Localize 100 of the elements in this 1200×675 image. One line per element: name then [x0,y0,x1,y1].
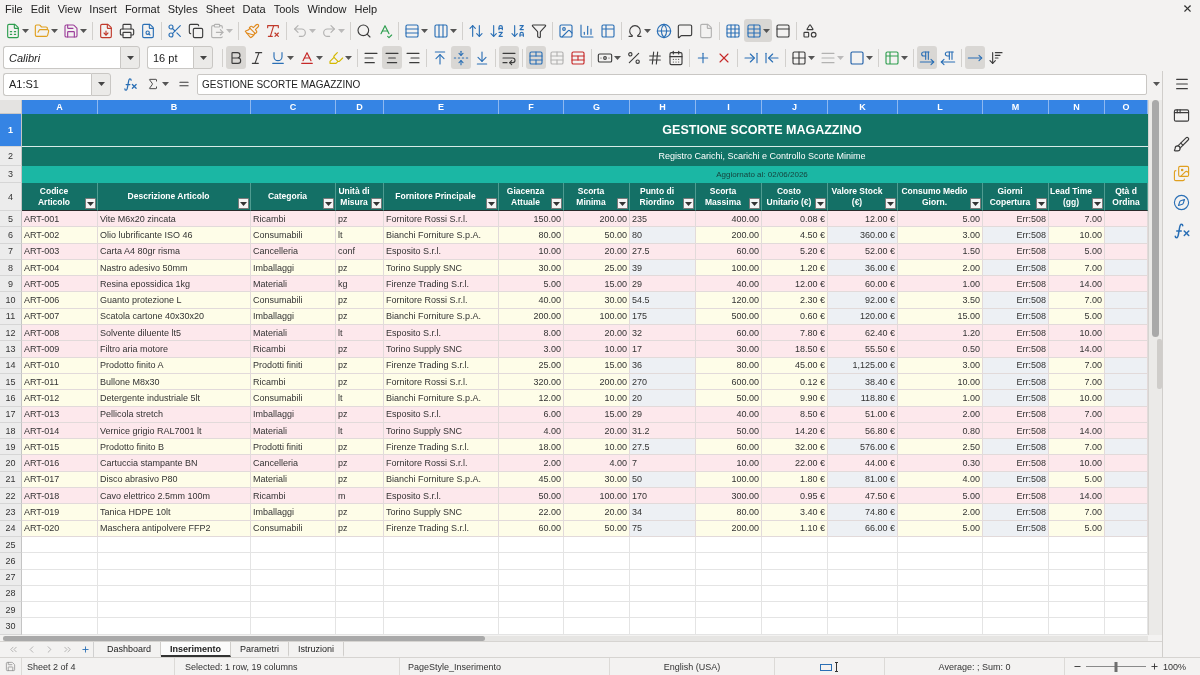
filter-button[interactable] [323,198,334,209]
filter-button[interactable] [85,198,96,209]
align-center-button[interactable] [382,46,402,69]
table-cell: 2.00 [898,406,983,423]
dropdown-button[interactable] [193,46,213,69]
column-header[interactable]: I [696,100,762,114]
scrollbar-thumb[interactable] [1152,100,1159,337]
brush-icon [1173,135,1190,153]
row-header[interactable]: 16 [0,390,22,407]
table-cell: 30.00 [696,341,762,358]
filter-button[interactable] [885,198,896,209]
dropdown-button[interactable] [91,72,111,96]
column-header[interactable]: H [630,100,696,114]
row-header[interactable]: 4 [0,183,22,211]
merge-cells-icon [528,49,544,66]
zoom-in-icon[interactable] [1150,662,1159,671]
row-header[interactable]: 26 [0,553,22,570]
row-header[interactable]: 13 [0,341,22,358]
row-header[interactable]: 9 [0,276,22,293]
dropdown-button[interactable] [120,46,140,69]
caret-icon [345,55,352,60]
column-header[interactable]: G [564,100,630,114]
row-header[interactable]: 22 [0,488,22,505]
filter-button[interactable] [970,198,981,209]
row-header[interactable]: 10 [0,292,22,309]
filter-button[interactable] [551,198,562,209]
font-size-field[interactable]: 16 pt [147,46,193,69]
align-middle-icon [453,49,469,66]
row-header[interactable]: 20 [0,455,22,472]
filter-button[interactable] [749,198,760,209]
sheet-tab[interactable]: Istruzioni [289,642,345,657]
sheet-tab[interactable]: Inserimento [161,642,232,657]
table-cell: 74.80 € [828,504,898,521]
menu-item[interactable]: Window [303,1,351,16]
filter-button[interactable] [371,198,382,209]
sheet-tab[interactable]: Parametri [231,642,290,657]
column-header[interactable]: C [251,100,336,114]
table-cell: Err:508 [983,406,1049,423]
menu-item[interactable]: Format [120,1,164,16]
menu-item[interactable]: View [53,1,86,16]
name-box-field[interactable]: A1:S1 [3,72,91,96]
caret-icon [619,201,626,206]
filter-button[interactable] [1036,198,1047,209]
bold-button[interactable] [226,46,246,69]
row-header[interactable]: 1 [0,114,22,147]
caret-icon [287,55,294,60]
column-header[interactable]: O [1105,100,1148,114]
left-to-right-button[interactable] [917,46,937,69]
menu-item[interactable]: File [1,1,27,16]
table-cell: 360.00 € [828,227,898,244]
column-header[interactable]: L [898,100,983,114]
filter-button[interactable] [683,198,694,209]
table-cell: 12.00 [499,390,564,407]
table-cell [1049,569,1105,586]
row-header[interactable]: 12 [0,325,22,342]
menu-item[interactable]: Sheet [201,1,239,16]
row-header[interactable]: 5 [0,211,22,228]
freeze-button[interactable] [744,19,772,42]
row-header[interactable]: 23 [0,504,22,521]
table-cell: Esposito S.r.l. [384,243,499,260]
scrollbar-thumb[interactable] [3,635,485,641]
menu-item[interactable]: Tools [269,1,304,16]
column-header[interactable]: E [384,100,499,114]
filter-button[interactable] [617,198,628,209]
row-header[interactable]: 30 [0,618,22,635]
horizontal-scrollbar[interactable] [3,635,1148,641]
column-header[interactable]: K [828,100,898,114]
wrap-text-button[interactable] [499,46,519,69]
caret-icon [866,55,873,60]
column-header[interactable]: M [983,100,1049,114]
filter-button[interactable] [238,198,249,209]
align-middle-button[interactable] [451,46,471,69]
menu-item[interactable]: Data [238,1,270,16]
filter-button[interactable] [486,198,497,209]
menu-item[interactable]: Edit [26,1,54,16]
column-header[interactable]: D [336,100,384,114]
menu-item[interactable]: Styles [163,1,202,16]
column-header[interactable]: B [98,100,251,114]
row-header[interactable]: 6 [0,227,22,244]
font-name-field[interactable]: Calibri [3,46,120,69]
menu-item[interactable]: Insert [85,1,121,16]
row-header[interactable]: 19 [0,439,22,456]
close-button[interactable] [1182,3,1193,14]
formula-input[interactable]: GESTIONE SCORTE MAGAZZINO [197,73,1147,95]
filter-button[interactable] [1092,198,1103,209]
vertical-scrollbar[interactable] [1148,100,1162,635]
column-header[interactable]: J [762,100,828,114]
row-header[interactable]: 29 [0,602,22,619]
sidebar-handle[interactable] [1157,339,1162,389]
selection-mode-icon[interactable] [820,661,839,672]
column-header[interactable]: F [499,100,564,114]
filter-button[interactable] [815,198,826,209]
slider-thumb[interactable] [1114,661,1118,672]
row-header[interactable]: 2 [0,147,22,166]
row-header[interactable]: 3 [0,166,22,183]
column-header[interactable]: N [1049,100,1105,114]
table-cell: Err:508 [983,504,1049,521]
column-header[interactable]: A [22,100,98,114]
expand-formula-button[interactable] [1151,80,1162,88]
menu-item[interactable]: Help [350,1,382,16]
